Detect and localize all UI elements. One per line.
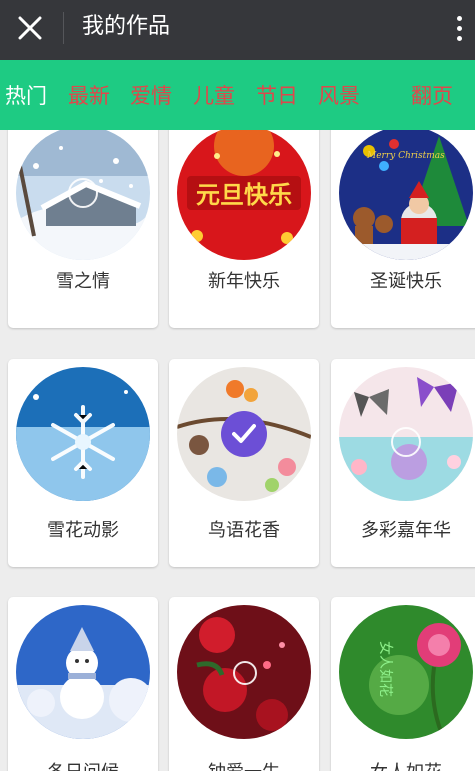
butterfly-image (339, 367, 473, 501)
title-bar: 我的作品 (0, 0, 475, 60)
more-dots-icon (457, 26, 462, 31)
title-divider (63, 12, 64, 44)
work-title: 多彩嘉年华 (361, 520, 451, 541)
tab-latest[interactable]: 最新 (68, 82, 110, 110)
category-tab-bar: 热门 最新 爱情 儿童 节日 风景 翻页 (0, 60, 475, 130)
work-card[interactable]: Merry Christmas 圣诞快乐 (331, 130, 475, 328)
work-title: 新年快乐 (208, 271, 280, 292)
select-ring-icon (233, 661, 257, 685)
more-dots-icon (457, 36, 462, 41)
work-title: 雪之情 (56, 271, 110, 292)
christmas-image: Merry Christmas (339, 130, 473, 260)
work-title: 冬日问候 (8, 761, 158, 771)
thumb-greeting-text: Merry Christmas (366, 151, 445, 161)
works-grid: 雪之情 元旦快乐 新年快乐 Merry Christmas 圣诞快乐 雪花动影 … (0, 130, 475, 771)
tab-children[interactable]: 儿童 (193, 82, 235, 110)
work-card[interactable]: 多彩嘉年华 (331, 359, 475, 567)
bird-flower-image (177, 367, 311, 501)
more-menu-button[interactable] (447, 8, 471, 48)
work-card[interactable]: 鸟语花香 (169, 359, 319, 567)
work-title: 钟爱一生 (169, 761, 319, 771)
snowman-image (16, 605, 150, 739)
tab-hot[interactable]: 热门 (5, 82, 47, 110)
work-title: 圣诞快乐 (370, 271, 442, 292)
work-card[interactable]: 雪花动影 (8, 359, 158, 567)
more-dots-icon (457, 16, 462, 21)
work-card[interactable]: 女人如花 女人如花 (331, 597, 475, 771)
tab-scenery[interactable]: 风景 (318, 82, 360, 110)
select-ring-icon (391, 427, 421, 457)
page-title: 我的作品 (82, 14, 171, 39)
work-title: 鸟语花香 (208, 520, 280, 541)
snowy-cabin-image (16, 130, 150, 260)
tab-love[interactable]: 爱情 (130, 82, 172, 110)
tab-holiday[interactable]: 节日 (256, 82, 298, 110)
checkmark-icon (232, 424, 256, 443)
snowflake-image (16, 367, 150, 501)
new-year-lantern-image: 元旦快乐 (177, 130, 311, 260)
work-title: 雪花动影 (47, 520, 119, 541)
work-card[interactable]: 雪之情 (8, 130, 158, 328)
select-ring-icon (68, 178, 98, 208)
selected-check-badge (221, 411, 267, 457)
red-roses-image (177, 605, 311, 739)
pink-rose-image: 女人如花 (339, 605, 473, 739)
work-card[interactable]: 元旦快乐 新年快乐 (169, 130, 319, 328)
thumb-greeting-text: 元旦快乐 (196, 181, 292, 209)
work-card[interactable]: 冬日问候 (8, 597, 158, 771)
page-turn-button[interactable]: 翻页 (411, 82, 453, 110)
work-card[interactable]: 钟爱一生 (169, 597, 319, 771)
close-button[interactable] (6, 4, 54, 52)
thumb-greeting-text: 女人如花 (377, 641, 394, 697)
work-title: 女人如花 (331, 761, 475, 771)
close-icon (18, 16, 42, 40)
